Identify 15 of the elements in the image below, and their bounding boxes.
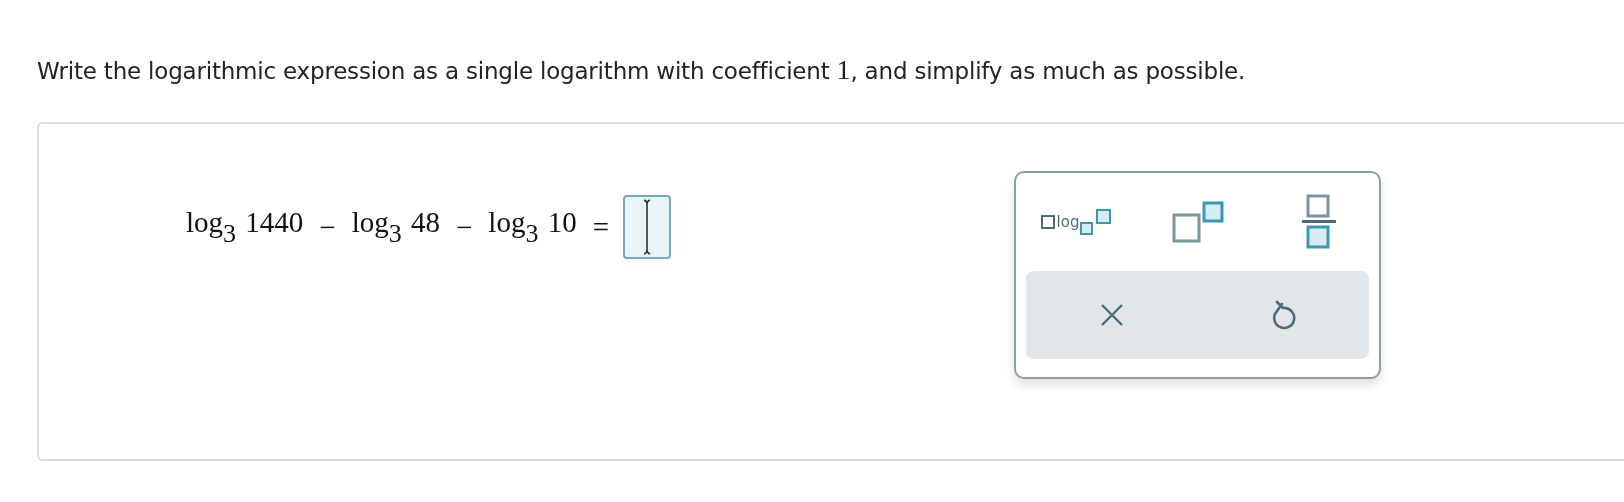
fraction-icon xyxy=(1300,194,1337,250)
square-icon xyxy=(1040,215,1055,229)
operator: − xyxy=(319,210,336,244)
log-term: log$_{3}$ 10 xyxy=(488,205,577,249)
close-icon xyxy=(1098,302,1125,328)
log-term: log$_{3}$ 1440 xyxy=(186,205,304,249)
operator: − xyxy=(456,210,473,244)
log-template-button[interactable]: log xyxy=(1016,182,1137,262)
question-text: Write the logarithmic expression as a single logarithm with coefficient 1, and simplify as much as possible. xyxy=(36,53,1247,86)
exponent-icon xyxy=(1171,201,1224,243)
answer-field[interactable] xyxy=(623,195,671,259)
operator: = xyxy=(592,210,609,244)
subscript-superscript-icon xyxy=(1080,208,1113,236)
log-term: log$_{3}$ 48 xyxy=(351,205,440,249)
text-cursor-icon xyxy=(642,197,652,257)
